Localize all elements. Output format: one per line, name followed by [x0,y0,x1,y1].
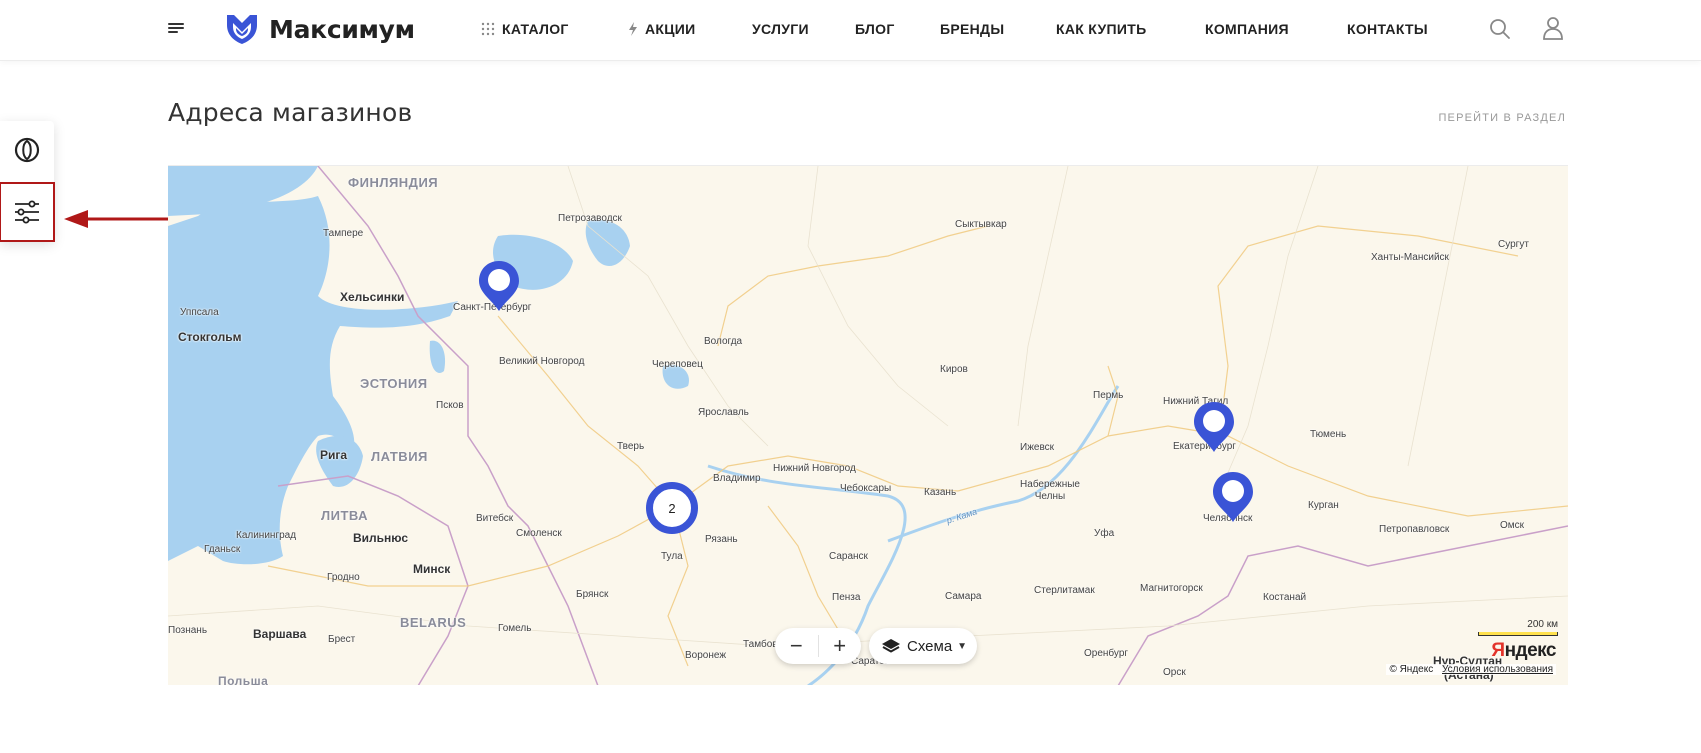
nav-services-label: УСЛУГИ [752,21,809,37]
side-tools-panel [0,121,55,242]
brand-name: Максимум [269,14,415,44]
menu-burger-icon[interactable] [168,21,186,35]
nav-contacts[interactable]: КОНТАКТЫ [1347,21,1428,37]
store-marker-pin[interactable] [477,259,521,313]
nav-catalog-label: КАТАЛОГ [502,21,569,37]
filter-settings-button[interactable] [0,182,55,242]
copyright-text: © Яндекс [1389,664,1434,675]
map-copyright: © Яндекс Условия использования [1386,664,1556,675]
nav-catalog[interactable]: КАТАЛОГ [481,21,569,37]
go-to-section-link[interactable]: ПЕРЕЙТИ В РАЗДЕЛ [1438,112,1566,124]
nav-company[interactable]: КОМПАНИЯ [1205,21,1289,37]
zoom-in-button[interactable]: + [818,628,861,664]
user-icon[interactable] [1542,16,1564,40]
nav-services[interactable]: УСЛУГИ [752,21,809,37]
map-type-selector[interactable]: Схема ▼ [869,628,977,664]
lightning-icon [629,22,637,36]
map-type-label: Схема [907,637,953,655]
nav-contacts-label: КОНТАКТЫ [1347,21,1428,37]
zoom-control: − + [775,628,861,664]
nav-company-label: КОМПАНИЯ [1205,21,1289,37]
stores-map[interactable]: ФИНЛЯНДИЯ ЭСТОНИЯ ЛАТВИЯ ЛИТВА BELARUS Х… [168,165,1568,685]
store-cluster-marker[interactable]: 2 [646,482,698,534]
map-scale: 200 км [1478,619,1558,636]
store-marker-pin[interactable] [1211,470,1255,524]
site-header: Максимум КАТАЛОГ АКЦИИ УСЛУГИ БЛОГ БРЕНД… [0,0,1701,61]
nav-promotions[interactable]: АКЦИИ [628,21,696,37]
contrast-icon [14,137,40,163]
nav-how-to-buy[interactable]: КАК КУПИТЬ [1056,21,1146,37]
nav-blog-label: БЛОГ [855,21,895,37]
terms-of-use-link[interactable]: Условия использования [1442,664,1553,675]
nav-how-to-buy-label: КАК КУПИТЬ [1056,21,1147,37]
nav-brands[interactable]: БРЕНДЫ [940,21,1004,37]
cluster-count: 2 [668,500,676,516]
scale-label: 200 км [1527,619,1558,630]
caret-down-icon: ▼ [957,640,968,652]
zoom-out-button[interactable]: − [775,628,818,664]
sliders-icon [15,200,39,224]
nav-promotions-label: АКЦИИ [645,21,696,37]
scale-bar [1478,632,1558,636]
search-icon[interactable] [1489,18,1511,40]
brand-logo[interactable]: Максимум [225,12,415,46]
layers-icon [882,639,900,653]
map-base-layer [168,166,1568,685]
brand-shield-icon [227,15,257,44]
store-marker-pin[interactable] [1192,400,1236,454]
nav-brands-label: БРЕНДЫ [940,21,1005,37]
grid-dots-icon [481,22,495,36]
page-title: Адреса магазинов [168,98,413,127]
yandex-logo[interactable]: Яндекс [1491,640,1556,662]
theme-toggle-button[interactable] [0,121,54,179]
nav-blog[interactable]: БЛОГ [855,21,895,37]
